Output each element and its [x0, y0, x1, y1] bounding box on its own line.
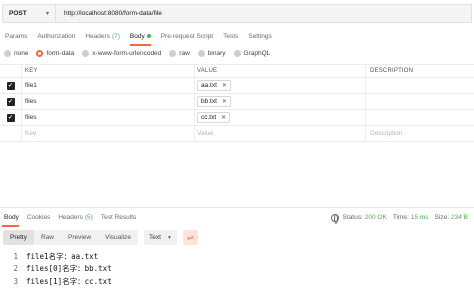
globe-icon[interactable] — [330, 213, 339, 224]
body-type-raw[interactable]: raw — [169, 49, 190, 57]
body-type-urlencoded[interactable]: x-www-form-urlencoded — [82, 49, 161, 57]
tab-authorization[interactable]: Authorization — [32, 29, 80, 43]
table-header: KEY VALUE DESCRIPTION — [0, 64, 474, 78]
time-label: Time: — [392, 214, 409, 221]
tab-headers[interactable]: Headers (7) — [80, 29, 125, 43]
radio-icon — [4, 49, 11, 57]
table-row: ✓ files bb.txt ✕ — [0, 94, 474, 110]
file-chip[interactable]: bb.txt ✕ — [197, 96, 231, 107]
response-toolbar: Pretty Raw Preview Visualize Text ▼ ⇌ — [3, 230, 198, 245]
tab-body[interactable]: Body — [125, 29, 156, 46]
column-header-description: DESCRIPTION — [370, 68, 414, 74]
view-mode-toggle: Pretty Raw Preview Visualize — [3, 230, 139, 245]
line-text: files[0]名字：bb.txt — [26, 264, 112, 274]
line-text: file1名字：aa.txt — [26, 251, 99, 261]
close-icon[interactable]: ✕ — [222, 82, 227, 89]
tab-pre-request-script[interactable]: Pre-request Script — [156, 29, 218, 43]
code-line: 1 file1名字：aa.txt — [0, 250, 474, 263]
request-tabs: Params Authorization Headers (7) Body Pre… — [0, 29, 474, 46]
form-data-table: KEY VALUE DESCRIPTION ✓ file1 aa.txt ✕ ✓ … — [0, 64, 474, 142]
tab-tests[interactable]: Tests — [218, 29, 243, 43]
body-type-selector: none form-data x-www-form-urlencoded raw… — [4, 47, 278, 59]
view-pretty[interactable]: Pretty — [3, 230, 34, 245]
row-checkbox[interactable]: ✓ — [6, 113, 15, 122]
column-header-key: KEY — [22, 65, 195, 77]
close-icon[interactable]: ✕ — [221, 114, 226, 121]
file-chip[interactable]: aa.txt ✕ — [197, 80, 231, 91]
file-chip[interactable]: cc.txt ✕ — [197, 112, 231, 123]
url-input[interactable]: http://localhost:8080/form-data/file — [56, 4, 472, 23]
response-headers-count: (5) — [84, 214, 93, 221]
body-type-binary[interactable]: binary — [197, 49, 226, 57]
tab-cookies[interactable]: Cookies — [23, 211, 54, 225]
chevron-down-icon: ▼ — [166, 234, 172, 241]
chevron-down-icon: ▾ — [45, 11, 49, 17]
key-cell[interactable]: files — [22, 94, 195, 109]
response-divider[interactable] — [0, 207, 474, 208]
line-number: 3 — [13, 276, 18, 286]
row-checkbox[interactable]: ✓ — [6, 97, 15, 106]
format-select[interactable]: Text ▼ — [144, 230, 177, 245]
body-type-form-data[interactable]: form-data — [36, 49, 74, 57]
tab-response-body[interactable]: Body — [0, 211, 23, 227]
tab-params[interactable]: Params — [0, 29, 32, 43]
table-row: ✓ file1 aa.txt ✕ — [0, 78, 474, 94]
radio-icon — [233, 49, 241, 57]
view-preview[interactable]: Preview — [61, 230, 98, 245]
radio-icon — [197, 49, 205, 57]
key-cell[interactable]: file1 — [22, 78, 195, 93]
response-size[interactable]: 234 B — [451, 214, 468, 221]
body-type-graphql[interactable]: GraphQL — [233, 49, 270, 57]
description-placeholder[interactable]: Description — [366, 126, 474, 141]
radio-icon — [82, 49, 90, 57]
status-label: Status: — [342, 214, 363, 221]
description-cell[interactable] — [366, 110, 474, 125]
size-label: Size: — [434, 214, 449, 221]
key-cell[interactable]: files — [22, 110, 195, 125]
response-time[interactable]: 15 ms — [411, 214, 429, 221]
view-raw[interactable]: Raw — [34, 230, 61, 245]
table-row-placeholder: Key Value Description — [0, 126, 474, 142]
line-number: 2 — [13, 264, 18, 274]
status-code[interactable]: 200 OK — [365, 214, 387, 221]
method-label: POST — [9, 10, 27, 17]
tab-settings[interactable]: Settings — [243, 29, 277, 43]
description-cell[interactable] — [366, 94, 474, 109]
wrap-lines-icon[interactable]: ⇌ — [182, 230, 198, 245]
response-body: 1 file1名字：aa.txt 2 files[0]名字：bb.txt 3 f… — [0, 250, 474, 288]
value-placeholder[interactable]: Value — [195, 126, 366, 141]
key-placeholder[interactable]: Key — [22, 126, 195, 141]
column-header-value: VALUE — [195, 65, 366, 77]
headers-count: (7) — [111, 32, 120, 40]
body-type-none[interactable]: none — [4, 49, 28, 57]
line-text: files[1]名字：cc.txt — [26, 276, 112, 286]
radio-icon — [169, 49, 177, 57]
radio-selected-icon — [36, 49, 44, 57]
response-status: Status: 200 OK Time: 15 ms Size: 234 B — [330, 211, 474, 224]
tab-test-results[interactable]: Test Results — [97, 211, 140, 225]
table-row: ✓ files cc.txt ✕ — [0, 110, 474, 126]
method-dropdown[interactable]: POST ▾ — [2, 4, 56, 23]
line-number: 1 — [13, 251, 18, 261]
code-line: 2 files[0]名字：bb.txt — [0, 263, 474, 276]
request-url-bar: POST ▾ http://localhost:8080/form-data/f… — [2, 4, 472, 23]
tab-response-headers[interactable]: Headers (5) — [54, 211, 97, 225]
body-active-dot-icon — [146, 34, 151, 38]
description-cell[interactable] — [366, 78, 474, 93]
close-icon[interactable]: ✕ — [222, 98, 227, 105]
code-line: 3 files[1]名字：cc.txt — [0, 275, 474, 288]
row-checkbox[interactable]: ✓ — [6, 81, 15, 90]
view-visualize[interactable]: Visualize — [98, 230, 138, 245]
